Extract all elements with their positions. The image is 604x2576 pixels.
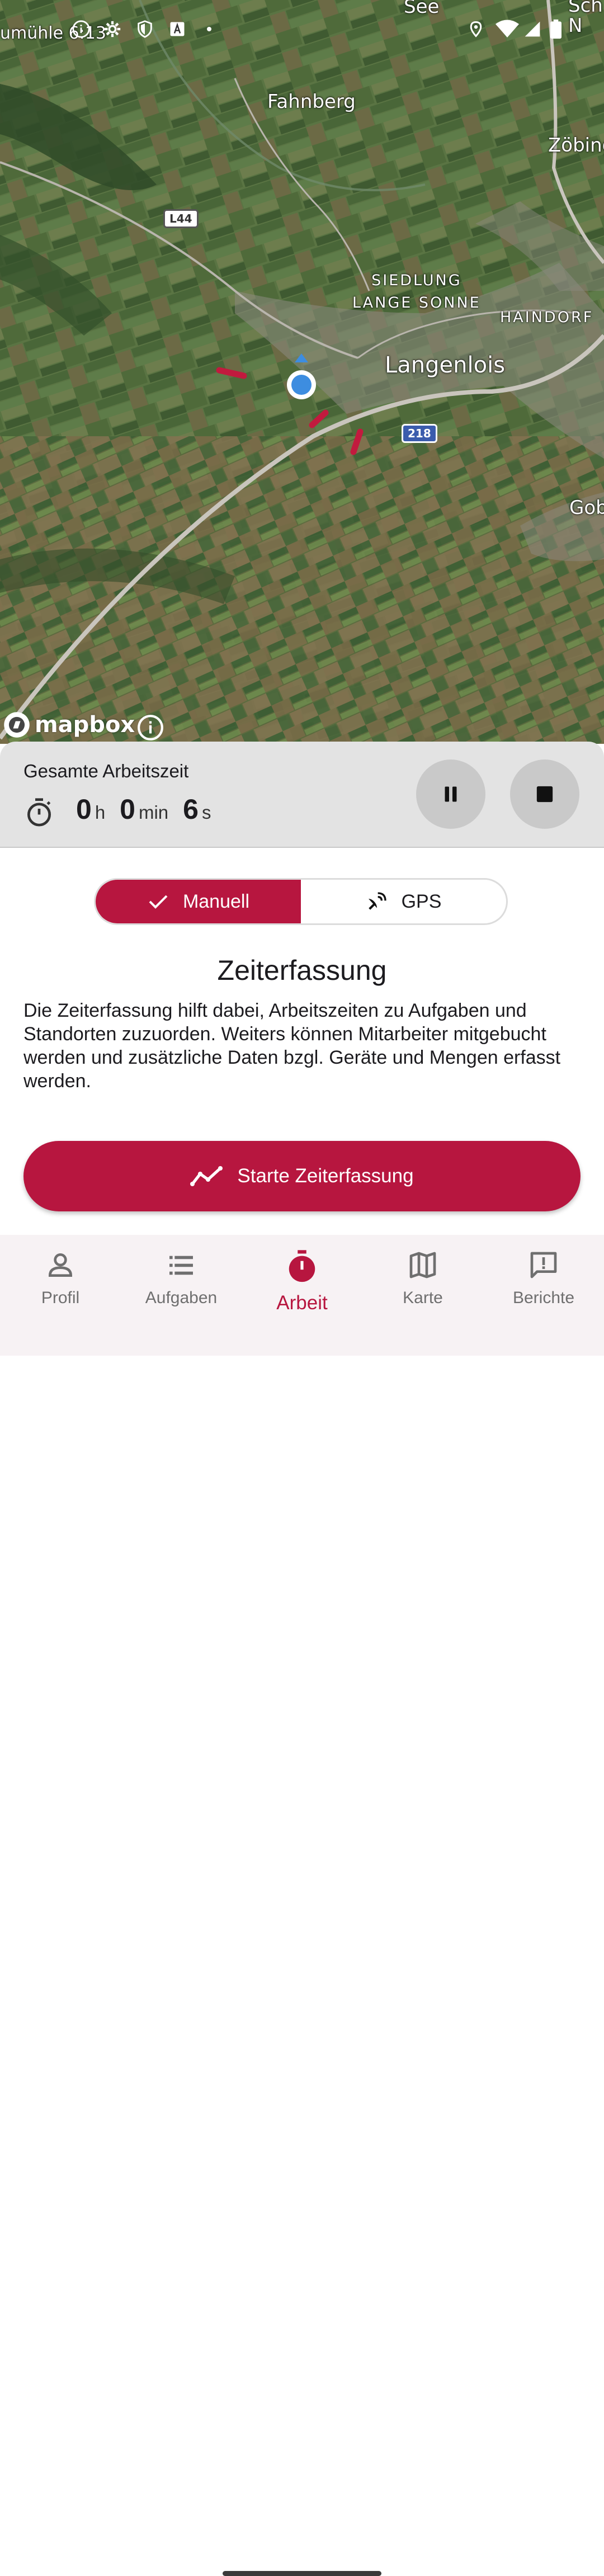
section-title: Zeiterfassung [217,955,387,986]
dot-icon [207,27,211,31]
user-location-icon [287,353,316,399]
wifi-icon [496,20,519,37]
nav-item-profil[interactable]: Profil [0,1235,121,1356]
stop-button[interactable] [510,759,579,829]
timer-seconds-unit: s [201,802,211,823]
mode-gps-label: GPS [401,890,442,912]
nav-label-profil: Profil [41,1289,80,1307]
timer-minutes-unit: min [138,802,169,823]
report-icon [530,1252,557,1278]
timer-title: Gesamte Arbeitszeit [23,761,189,781]
pause-icon [445,786,457,802]
map-label-haindorf: HAINDORF [500,309,594,326]
map-label-langenlois: Langenlois [385,352,506,378]
timer-display: 0 h 0 min 6 s [23,793,225,827]
road-shield-l44: L44 [163,209,199,228]
list-icon [169,1256,193,1275]
nav-label-berichte: Berichte [512,1289,575,1307]
map-label-zoebing: Zöbing [548,134,604,157]
nav-item-berichte[interactable]: Berichte [483,1235,604,1356]
status-bar: umühle 6:13 [0,0,604,43]
settings-icon [104,21,121,37]
timer-hours: 0 [76,794,92,825]
nav-item-karte[interactable]: Karte [362,1235,483,1356]
nav-label-aufgaben: Aufgaben [145,1289,218,1307]
map-label-siedlung: SIEDLUNG LANGE SONNE [352,272,481,312]
map-view[interactable]: See Sch N Fahnberg Zöbing SIEDLUNG LANGE… [0,0,604,744]
font-icon [170,22,185,36]
mapbox-logo: mapbox [2,710,135,739]
mode-gps-button[interactable]: GPS [301,880,506,923]
timer-panel: Gesamte Arbeitszeit 0 h 0 min 6 s [0,742,604,848]
nav-item-aufgaben[interactable]: Aufgaben [121,1235,242,1356]
stop-icon [536,786,553,803]
road-shield-218: 218 [402,424,437,443]
nav-label-arbeit: Arbeit [276,1292,328,1314]
mode-toggle: Manuell GPS [94,878,508,925]
mode-manual-label: Manuell [182,890,250,912]
map-icon [409,1252,436,1278]
mapbox-logo-icon [4,712,30,738]
timer-minutes: 0 [120,794,135,825]
stopwatch-icon [289,1250,315,1282]
timer-hours-unit: h [95,802,106,823]
timer-seconds: 6 [183,794,199,825]
map-label-gob: Gob [569,497,604,519]
home-indicator[interactable] [223,2571,381,2576]
check-icon [149,895,168,909]
person-icon [48,1253,73,1277]
mode-manual-button[interactable]: Manuell [96,880,301,923]
pause-button[interactable] [416,759,485,829]
satellite-icon [368,892,386,910]
bottom-navigation: Profil Aufgaben Arbeit Karte Berichte [0,1235,604,2576]
signal-icon [525,21,540,37]
attribution-info-icon[interactable] [136,714,164,742]
trend-icon [190,1166,223,1186]
start-button-label: Starte Zeiterfassung [237,1165,414,1187]
mapbox-attribution: mapbox [35,712,135,738]
map-label-fahnberg: Fahnberg [267,91,356,113]
location-icon [470,21,482,37]
section-description: Die Zeiterfassung hilft dabei, Arbeitsze… [23,1000,561,1092]
info-icon [72,20,90,38]
stopwatch-icon [27,798,51,827]
shield-icon [138,20,152,38]
battery-icon [550,19,561,39]
nav-label-karte: Karte [403,1289,443,1307]
start-timetracking-button[interactable]: Starte Zeiterfassung [23,1141,581,1211]
nav-item-arbeit[interactable]: Arbeit [242,1235,362,1356]
